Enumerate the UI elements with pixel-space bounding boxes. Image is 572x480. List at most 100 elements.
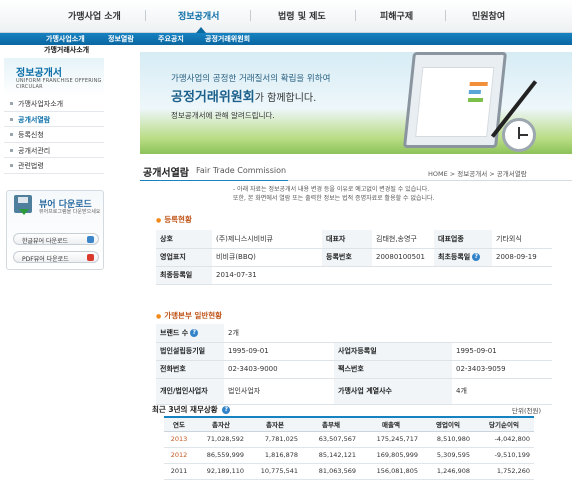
clock-icon bbox=[502, 118, 536, 152]
table-row: 법인설립등기일 1995-09-01 사업자등록일 1995-09-01 bbox=[156, 342, 552, 361]
col-liabilities: 총부채 bbox=[302, 416, 360, 432]
sidebar-menu: 가맹사업자소개 공개서열람 등록신청 공개서관리 관련법령 bbox=[4, 96, 104, 174]
page-title-english: Fair Trade Commission bbox=[196, 166, 287, 175]
affil-value: 4개 bbox=[452, 378, 552, 405]
banner-line2-rest: 가 함께합니다. bbox=[254, 93, 317, 104]
brand-value: 비비큐(BBQ) bbox=[212, 248, 322, 267]
cell: -4,042,800 bbox=[474, 431, 534, 448]
cell: -9,510,199 bbox=[474, 447, 534, 464]
col-revenue: 매출액 bbox=[360, 416, 422, 432]
table-row: 브랜드 수? 2개 bbox=[156, 324, 552, 343]
page-title: 공개서열람 bbox=[143, 168, 189, 179]
biz-date-value: 1995-09-01 bbox=[452, 342, 552, 361]
sidebar: 정보공개서 UNIFORM FRANCHISE OFFERING CIRCULA… bbox=[0, 52, 106, 474]
company-label: 상호 bbox=[156, 230, 212, 249]
nav-laws[interactable]: 법령 및 제도 bbox=[278, 9, 326, 22]
regno-value: 20080100501 bbox=[372, 248, 434, 267]
chart-bar-illustration bbox=[467, 98, 484, 102]
title-underline bbox=[140, 180, 288, 181]
sidebar-item-label: 공개서열람 bbox=[18, 115, 51, 124]
cell: 92,189,110 bbox=[194, 463, 248, 480]
hq-table: 브랜드 수? 2개 법인설립등기일 1995-09-01 사업자등록일 1995… bbox=[156, 324, 552, 405]
cell: 85,142,121 bbox=[302, 447, 360, 464]
finance-table: 연도 총자산 총자본 총부채 매출액 영업이익 당기순이익 2013 71,02… bbox=[164, 416, 534, 480]
subnav-item[interactable]: 가맹사업소개 bbox=[46, 34, 85, 44]
sidebar-item-laws[interactable]: 관련법령 bbox=[4, 158, 104, 174]
table-row: 2012 86,559,999 1,816,878 85,142,121 169… bbox=[164, 447, 534, 464]
corp-date-label: 법인설립등기일 bbox=[156, 342, 224, 361]
hero-banner: 가맹사업의 공정한 거래질서의 확립을 위하여 공정거래위원회가 함께합니다. … bbox=[140, 52, 572, 154]
section-title-registration: 등록현황 bbox=[156, 214, 192, 225]
sidebar-item-label: 가맹사업자소개 bbox=[18, 100, 64, 108]
ceo-label: 대표자 bbox=[322, 230, 372, 249]
cell: 156,081,805 bbox=[360, 463, 422, 480]
phone-value: 02-3403-9000 bbox=[224, 360, 334, 379]
col-assets: 총자산 bbox=[194, 416, 248, 432]
download-desc: 뷰어프로그램을 다운받으세요 bbox=[39, 209, 101, 215]
nav-divider bbox=[250, 10, 251, 21]
cell: 175,245,717 bbox=[360, 431, 422, 448]
top-navigation: 가맹사업 소개 정보공개서 법령 및 제도 피해구제 민원참여 bbox=[0, 0, 572, 33]
brand-count-label-text: 브랜드 수 bbox=[160, 328, 189, 337]
sidebar-item-view[interactable]: 공개서열람 bbox=[4, 112, 104, 127]
pdf-icon bbox=[87, 254, 94, 261]
hangul-icon bbox=[87, 236, 94, 243]
table-row: 최종등록일 2014-07-31 bbox=[156, 266, 552, 285]
col-equity: 총자본 bbox=[248, 416, 302, 432]
chart-bar-illustration bbox=[469, 82, 488, 86]
sidebar-header: 정보공개서 UNIFORM FRANCHISE OFFERING CIRCULA… bbox=[4, 58, 104, 96]
cell: 8,510,980 bbox=[422, 431, 474, 448]
nav-disclosure[interactable]: 정보공개서 bbox=[178, 9, 219, 22]
col-year: 연도 bbox=[164, 416, 194, 432]
clock-hand bbox=[518, 127, 520, 139]
button-label: PDF뷰어 다운로드 bbox=[22, 256, 69, 263]
chart-bar-illustration bbox=[468, 90, 482, 94]
table-row: 영업표지 비비큐(BBQ) 등록번호 20080100501 최초등록일? 20… bbox=[156, 248, 552, 267]
table-header-row: 연도 총자산 총자본 총부채 매출액 영업이익 당기순이익 bbox=[164, 416, 534, 432]
subnav-item[interactable]: 공정거래위원회 bbox=[205, 34, 250, 44]
nav-divider bbox=[355, 10, 356, 21]
nav-civil-participation[interactable]: 민원참여 bbox=[472, 9, 505, 22]
ceo-value: 김태현,송영구 bbox=[372, 230, 434, 249]
pdf-viewer-download-button[interactable]: PDF뷰어 다운로드 bbox=[13, 251, 99, 263]
sidebar-item-label: 등록신청 bbox=[18, 131, 44, 139]
nav-divider bbox=[145, 10, 146, 21]
viewer-download-box: 뷰어 다운로드 뷰어프로그램을 다운받으세요 한글뷰어 다운로드 PDF뷰어 다… bbox=[6, 190, 104, 270]
banner-highlight: 공정거래위원회 bbox=[171, 90, 255, 105]
nav-damage-relief[interactable]: 피해구제 bbox=[380, 9, 413, 22]
bullet-icon bbox=[10, 102, 13, 105]
cell-year: 2011 bbox=[164, 463, 194, 480]
cell: 1,816,878 bbox=[248, 447, 302, 464]
subnav-item[interactable]: 주요공지 bbox=[158, 34, 184, 44]
notice-text: - 아래 자료는 정보공개서 내용 변경 등을 이유로 예고없이 변경될 수 있… bbox=[233, 185, 434, 203]
corp-date-value: 1995-09-01 bbox=[224, 342, 334, 361]
sidebar-item-register[interactable]: 등록신청 bbox=[4, 127, 104, 143]
cell: 1,246,908 bbox=[422, 463, 474, 480]
biz-date-label: 사업자등록일 bbox=[334, 342, 452, 361]
title-divider bbox=[288, 180, 572, 181]
section-title-hq: 가맹본부 일반현황 bbox=[156, 310, 222, 321]
nav-franchise-intro[interactable]: 가맹사업 소개 bbox=[68, 9, 121, 22]
notice-line: 또한, 본 화면에서 열람 또는 출력한 정보는 법적 증명자료로 활용할 수 … bbox=[233, 195, 435, 202]
cell-year: 2013 bbox=[164, 431, 194, 448]
sidebar-item-manage[interactable]: 공개서관리 bbox=[4, 143, 104, 158]
first-reg-label-text: 최초등록일 bbox=[438, 253, 471, 261]
brand-count-label: 브랜드 수? bbox=[156, 324, 224, 343]
cell: 1,752,260 bbox=[474, 463, 534, 480]
nav-divider bbox=[445, 10, 446, 21]
regno-label: 등록번호 bbox=[322, 248, 372, 267]
help-icon[interactable]: ? bbox=[190, 328, 199, 337]
company-value: (주)제니스시비비큐 bbox=[212, 230, 322, 249]
col-operating-income: 영업이익 bbox=[422, 416, 474, 432]
help-icon[interactable]: ? bbox=[222, 406, 231, 414]
sidebar-item-franchisor-intro[interactable]: 가맹사업자소개 bbox=[4, 96, 104, 112]
breadcrumb: HOME > 정보공개서 > 공개서열람 bbox=[428, 170, 527, 178]
clock-hand bbox=[518, 134, 528, 136]
col-net-income: 당기순이익 bbox=[474, 416, 534, 432]
help-icon[interactable]: ? bbox=[472, 253, 481, 261]
hangul-viewer-download-button[interactable]: 한글뷰어 다운로드 bbox=[13, 233, 99, 245]
brand-label: 영업표지 bbox=[156, 248, 212, 267]
subnav-item[interactable]: 정보열람 bbox=[108, 34, 134, 44]
banner-line1: 가맹사업의 공정한 거래질서의 확립을 위하여 bbox=[171, 74, 331, 84]
banner-line3: 정보공개서에 관해 알려드립니다. bbox=[171, 111, 275, 120]
